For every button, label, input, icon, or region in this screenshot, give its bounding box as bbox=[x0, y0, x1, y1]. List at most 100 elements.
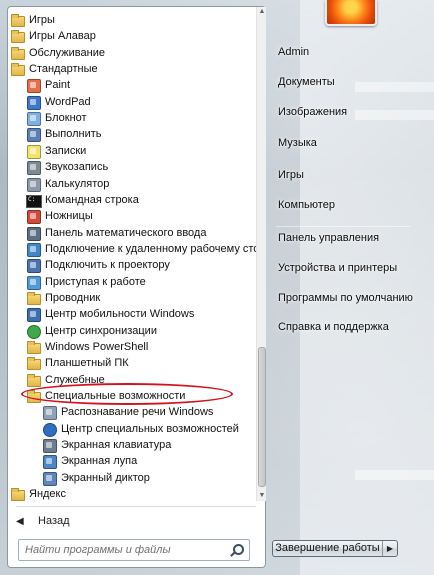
narrator-icon bbox=[42, 471, 57, 486]
program-item-label: Экранная клавиатура bbox=[61, 439, 172, 452]
program-item-label: Игры bbox=[29, 14, 55, 26]
program-item[interactable]: Подключение к удаленному рабочему столу bbox=[8, 241, 256, 257]
program-item-label: Обслуживание bbox=[29, 46, 105, 59]
speech-recognition-icon bbox=[42, 405, 57, 421]
remote-desktop-icon bbox=[26, 242, 41, 257]
scroll-down-arrow-icon[interactable]: ▼ bbox=[257, 491, 267, 501]
shutdown-options-arrow-icon[interactable]: ▶ bbox=[383, 541, 397, 556]
command-prompt-icon bbox=[26, 193, 42, 208]
notepad-icon bbox=[26, 111, 41, 127]
sync-center-icon bbox=[26, 324, 41, 339]
program-item[interactable]: Выполнить bbox=[8, 126, 256, 143]
program-item[interactable]: Распознавание речи Windows bbox=[8, 404, 256, 421]
program-item[interactable]: Экранный диктор bbox=[8, 470, 256, 486]
shutdown-button[interactable]: Завершение работы ▶ bbox=[272, 540, 398, 557]
program-item[interactable]: Экранная лупа bbox=[8, 453, 256, 470]
right-separator bbox=[276, 226, 411, 227]
program-item[interactable]: Стандартные bbox=[8, 61, 256, 77]
program-item[interactable]: Блокнот bbox=[8, 110, 256, 127]
program-item[interactable]: Ножницы bbox=[8, 208, 256, 225]
program-item[interactable]: Планшетный ПК bbox=[8, 355, 256, 371]
program-item-label: Записки bbox=[45, 144, 87, 157]
program-item[interactable]: Записки bbox=[8, 143, 256, 159]
scroll-up-arrow-icon[interactable]: ▲ bbox=[257, 7, 267, 17]
program-item-label: Планшетный ПК bbox=[45, 357, 129, 370]
program-item-label: Центр синхронизации bbox=[45, 324, 157, 337]
ease-of-access-icon bbox=[42, 422, 57, 437]
program-item-label: Windows PowerShell bbox=[45, 341, 149, 353]
red-highlight-ellipse bbox=[21, 383, 233, 405]
program-item[interactable]: Калькулятор bbox=[8, 176, 256, 192]
program-item[interactable]: Звукозапись bbox=[8, 159, 256, 176]
math-input-icon bbox=[26, 226, 41, 241]
scrollbar-thumb[interactable] bbox=[258, 347, 266, 487]
program-item-label: Выполнить bbox=[45, 128, 102, 141]
program-item-label: Paint bbox=[45, 79, 71, 92]
program-item[interactable]: Центр специальных возможностей bbox=[8, 421, 256, 437]
back-button[interactable]: ◀ Назад bbox=[16, 511, 216, 531]
program-item[interactable]: Приступая к работе bbox=[8, 274, 256, 290]
program-item-label: Панель математического ввода bbox=[45, 226, 207, 239]
program-item[interactable]: WordPad bbox=[8, 94, 256, 110]
program-item-label: Экранная лупа bbox=[61, 455, 138, 468]
program-item-label: Игры Алавар bbox=[29, 30, 96, 43]
projector-icon bbox=[26, 258, 41, 274]
right-link[interactable]: Программы по умолчанию bbox=[278, 292, 413, 304]
program-item-label: Подключить к проектору bbox=[45, 259, 170, 272]
program-item-label: Звукозапись bbox=[45, 161, 109, 174]
right-link[interactable]: Admin bbox=[278, 46, 309, 58]
scissors-icon bbox=[26, 209, 41, 225]
folder-icon bbox=[26, 356, 41, 371]
program-item-label: Распознавание речи Windows bbox=[61, 406, 214, 419]
microphone-icon bbox=[26, 160, 41, 176]
right-link[interactable]: Музыка bbox=[278, 137, 317, 149]
program-item[interactable]: Центр мобильности Windows bbox=[8, 306, 256, 323]
program-item-label: Подключение к удаленному рабочему столу bbox=[45, 242, 256, 255]
program-item[interactable]: Панель математического ввода bbox=[8, 225, 256, 241]
user-avatar[interactable] bbox=[325, 0, 377, 26]
shutdown-label[interactable]: Завершение работы bbox=[273, 541, 383, 556]
program-item-label: Центр мобильности Windows bbox=[45, 308, 195, 321]
back-label: Назад bbox=[38, 515, 70, 527]
right-link[interactable]: Компьютер bbox=[278, 199, 335, 211]
program-item[interactable]: Проводник bbox=[8, 290, 256, 306]
sticky-notes-icon bbox=[26, 144, 41, 159]
program-item[interactable]: Экранная клавиатура bbox=[8, 437, 256, 454]
background-stripe bbox=[355, 470, 434, 480]
folder-icon bbox=[10, 29, 25, 44]
search-icon[interactable] bbox=[228, 541, 246, 559]
right-link[interactable]: Панель управления bbox=[278, 232, 379, 244]
program-item[interactable]: Яндекс bbox=[8, 486, 256, 501]
back-arrow-icon: ◀ bbox=[16, 515, 24, 527]
right-link[interactable]: Устройства и принтеры bbox=[278, 262, 397, 274]
program-item[interactable]: Игры bbox=[8, 12, 256, 28]
right-link[interactable]: Справка и поддержка bbox=[278, 321, 389, 333]
folder-icon bbox=[10, 46, 25, 60]
magnifier-icon bbox=[42, 454, 57, 470]
program-item-label: Яндекс bbox=[29, 488, 66, 501]
program-item[interactable]: Подключить к проектору bbox=[8, 257, 256, 274]
program-item[interactable]: Обслуживание bbox=[8, 45, 256, 61]
keyboard-icon bbox=[42, 438, 57, 454]
program-item[interactable]: Paint bbox=[8, 77, 256, 94]
program-item[interactable]: Windows PowerShell bbox=[8, 339, 256, 355]
right-link[interactable]: Игры bbox=[278, 169, 304, 181]
program-item[interactable]: Командная строка bbox=[8, 192, 256, 208]
background-stripe bbox=[355, 110, 434, 120]
programs-scrollbar[interactable]: ▲ ▼ bbox=[256, 7, 266, 501]
program-item[interactable]: Игры Алавар bbox=[8, 28, 256, 44]
getting-started-icon bbox=[26, 275, 41, 290]
folder-icon bbox=[10, 487, 25, 501]
search-box[interactable] bbox=[18, 539, 250, 561]
program-item-label: Экранный диктор bbox=[61, 471, 150, 484]
program-item-label: Центр специальных возможностей bbox=[61, 422, 239, 435]
search-input[interactable] bbox=[25, 541, 228, 559]
run-icon bbox=[26, 127, 41, 143]
divider bbox=[16, 506, 256, 507]
program-item[interactable]: Центр синхронизации bbox=[8, 323, 256, 339]
right-link[interactable]: Документы bbox=[278, 76, 335, 88]
right-link[interactable]: Изображения bbox=[278, 106, 347, 118]
folder-icon bbox=[26, 373, 41, 387]
folder-icon bbox=[26, 340, 41, 354]
program-item-label: Ножницы bbox=[45, 210, 93, 223]
